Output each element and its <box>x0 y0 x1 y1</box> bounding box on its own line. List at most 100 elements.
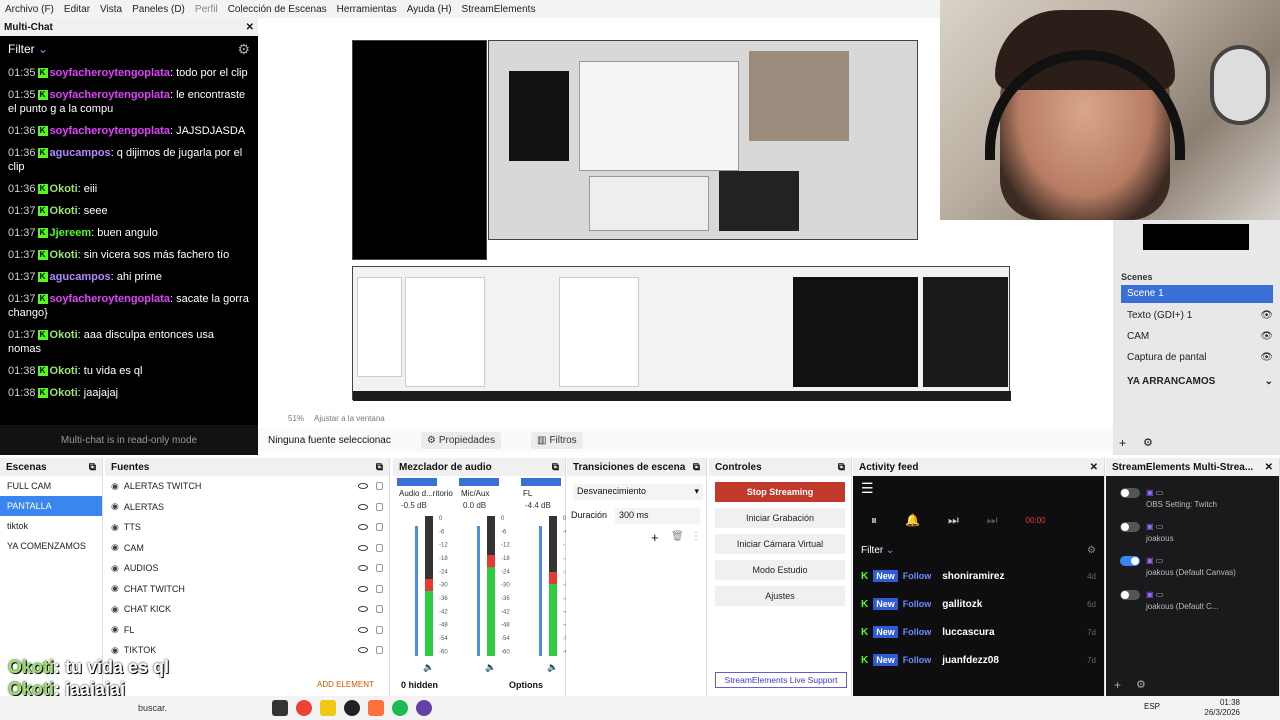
lock-icon[interactable] <box>376 543 383 552</box>
eye-icon[interactable] <box>358 565 368 572</box>
lock-icon[interactable] <box>376 584 383 593</box>
chrome-icon[interactable] <box>296 700 312 716</box>
lock-icon[interactable] <box>376 502 383 511</box>
hidden-count[interactable]: 0 hidden <box>401 680 438 690</box>
scene-group-arrancamos[interactable]: YA ARRANCAMOS ⌄ <box>1127 376 1273 387</box>
fit-window-button[interactable]: Ajustar a la ventana <box>314 414 385 423</box>
eye-icon[interactable] <box>358 524 368 531</box>
feed-row[interactable]: K New Follow gallitozk 6d <box>853 590 1104 618</box>
lock-icon[interactable] <box>376 625 383 634</box>
se-destination-row[interactable]: ▣ ▭ joakous (Default C... <box>1120 590 1270 611</box>
source-item[interactable]: ◉ ALERTAS TWITCH <box>105 476 389 497</box>
float-icon[interactable]: ⧉ <box>89 462 96 473</box>
source-item[interactable]: ◉ ALERTAS <box>105 497 389 518</box>
eye-icon[interactable] <box>358 585 368 592</box>
duration-input[interactable]: 300 ms <box>615 508 700 524</box>
taskbar-search[interactable]: buscar. <box>8 699 188 717</box>
browser-icon[interactable] <box>368 700 384 716</box>
skip-icon[interactable]: ⏭ <box>948 513 959 528</box>
bell-icon[interactable]: 🔔 <box>905 513 920 527</box>
chat-message-list[interactable]: 01:35 Ksoyfacheroytengoplata: todo por el… <box>0 62 258 412</box>
filters-button[interactable]: ▥ Filtros <box>531 431 583 449</box>
gear-icon[interactable]: ⚙ <box>1136 678 1146 691</box>
eye-icon[interactable]: 👁 <box>1260 352 1273 363</box>
scene-tiktok[interactable]: tiktok <box>0 516 102 536</box>
menu-editar[interactable]: Editar <box>59 4 95 15</box>
settings-button[interactable]: Ajustes <box>715 586 845 606</box>
start-recording-button[interactable]: Iniciar Grabación <box>715 508 845 528</box>
scene-1-item[interactable]: Scene 1 <box>1121 285 1273 303</box>
eye-icon[interactable] <box>358 544 368 551</box>
menu-coleccion[interactable]: Colección de Escenas <box>223 4 332 15</box>
feed-row[interactable]: K New Follow luccascura 7d <box>853 618 1104 646</box>
properties-button[interactable]: ⚙ Propiedades <box>420 431 501 449</box>
close-icon[interactable]: ✕ <box>1265 462 1273 473</box>
float-icon[interactable]: ⧉ <box>376 462 383 473</box>
menu-perfil[interactable]: Perfil <box>190 4 223 15</box>
add-element-button[interactable]: ADD ELEMENT <box>317 680 374 689</box>
lock-icon[interactable] <box>376 482 383 491</box>
eye-icon[interactable]: 👁 <box>1260 310 1273 321</box>
gear-icon[interactable]: ⚙ <box>237 41 250 58</box>
trash-icon[interactable]: 🗑 <box>671 531 684 542</box>
scene-item-texto[interactable]: Texto (GDI+) 1 👁 <box>1127 310 1273 321</box>
close-icon[interactable]: ✕ <box>246 22 254 33</box>
filter-dropdown[interactable]: Filter ⌄ <box>8 42 48 56</box>
menu-ayuda[interactable]: Ayuda (H) <box>402 4 457 15</box>
lock-icon[interactable] <box>376 605 383 614</box>
feed-row[interactable]: K New Follow shoniramirez 4d <box>853 562 1104 590</box>
hamburger-icon[interactable]: ☰ <box>853 476 1104 502</box>
source-item[interactable]: ◉ AUDIOS <box>105 558 389 579</box>
eye-icon[interactable] <box>358 647 368 654</box>
scene-ya-comenzamos[interactable]: YA COMENZAMOS <box>0 536 102 556</box>
source-item[interactable]: ◉ TTS <box>105 517 389 538</box>
se-destination-row[interactable]: ▣ ▭ joakous <box>1120 522 1270 543</box>
eye-icon[interactable] <box>358 606 368 613</box>
live-support-button[interactable]: StreamElements Live Support <box>715 672 847 688</box>
chevron-down-icon[interactable]: ⌄ <box>1265 376 1273 387</box>
app-icon[interactable] <box>416 700 432 716</box>
taskbar-clock[interactable]: 01:38 26/3/2026 <box>1204 698 1240 718</box>
scene-item-cam[interactable]: CAM 👁 <box>1127 331 1273 342</box>
se-destination-row[interactable]: ▣ ▭ OBS Setting: Twitch <box>1120 488 1270 509</box>
lock-icon[interactable] <box>376 523 383 532</box>
gear-icon[interactable]: ⚙ <box>1143 436 1153 449</box>
float-icon[interactable]: ⧉ <box>552 462 559 473</box>
menu-herramientas[interactable]: Herramientas <box>332 4 402 15</box>
toggle-switch[interactable] <box>1120 522 1140 532</box>
toggle-switch[interactable] <box>1120 488 1140 498</box>
gear-icon[interactable]: ⚙ <box>1087 545 1096 556</box>
folder-icon[interactable] <box>320 700 336 716</box>
add-icon[interactable]: + <box>651 530 659 545</box>
menu-streamelements[interactable]: StreamElements <box>457 4 541 15</box>
source-item[interactable]: ◉ FL <box>105 620 389 641</box>
float-icon[interactable]: ⧉ <box>838 462 845 473</box>
spotify-icon[interactable] <box>392 700 408 716</box>
toggle-switch[interactable] <box>1120 590 1140 600</box>
menu-archivo[interactable]: Archivo (F) <box>0 4 59 15</box>
toggle-switch[interactable] <box>1120 556 1140 566</box>
feed-row[interactable]: K New Follow juanfdezz08 7d <box>853 646 1104 674</box>
scene-item-captura[interactable]: Captura de pantal 👁 <box>1127 352 1273 363</box>
start-virtual-camera-button[interactable]: Iniciar Cámara Virtual <box>715 534 845 554</box>
se-destination-row[interactable]: ▣ ▭ joakous (Default Canvas) <box>1120 556 1270 577</box>
float-icon[interactable]: ⧉ <box>693 462 700 473</box>
lock-icon[interactable] <box>376 564 383 573</box>
feed-filter[interactable]: Filter ⌄ ⚙ <box>853 538 1104 562</box>
source-item[interactable]: ◉ CHAT TWITCH <box>105 579 389 600</box>
source-item[interactable]: ◉ CAM <box>105 538 389 559</box>
obs-icon[interactable] <box>344 700 360 716</box>
menu-vista[interactable]: Vista <box>95 4 127 15</box>
pause-icon[interactable]: ⏸ <box>871 513 877 528</box>
lock-icon[interactable] <box>376 646 383 655</box>
close-icon[interactable]: ✕ <box>1090 462 1098 473</box>
task-view-icon[interactable] <box>272 700 288 716</box>
eye-icon[interactable] <box>358 503 368 510</box>
eye-icon[interactable] <box>358 483 368 490</box>
studio-mode-button[interactable]: Modo Estudio <box>715 560 845 580</box>
eye-icon[interactable]: 👁 <box>1260 331 1273 342</box>
add-icon[interactable]: + <box>1119 436 1126 450</box>
eye-icon[interactable] <box>358 626 368 633</box>
mixer-options-button[interactable]: Options <box>509 680 543 690</box>
scene-pantalla[interactable]: PANTALLA <box>0 496 102 516</box>
